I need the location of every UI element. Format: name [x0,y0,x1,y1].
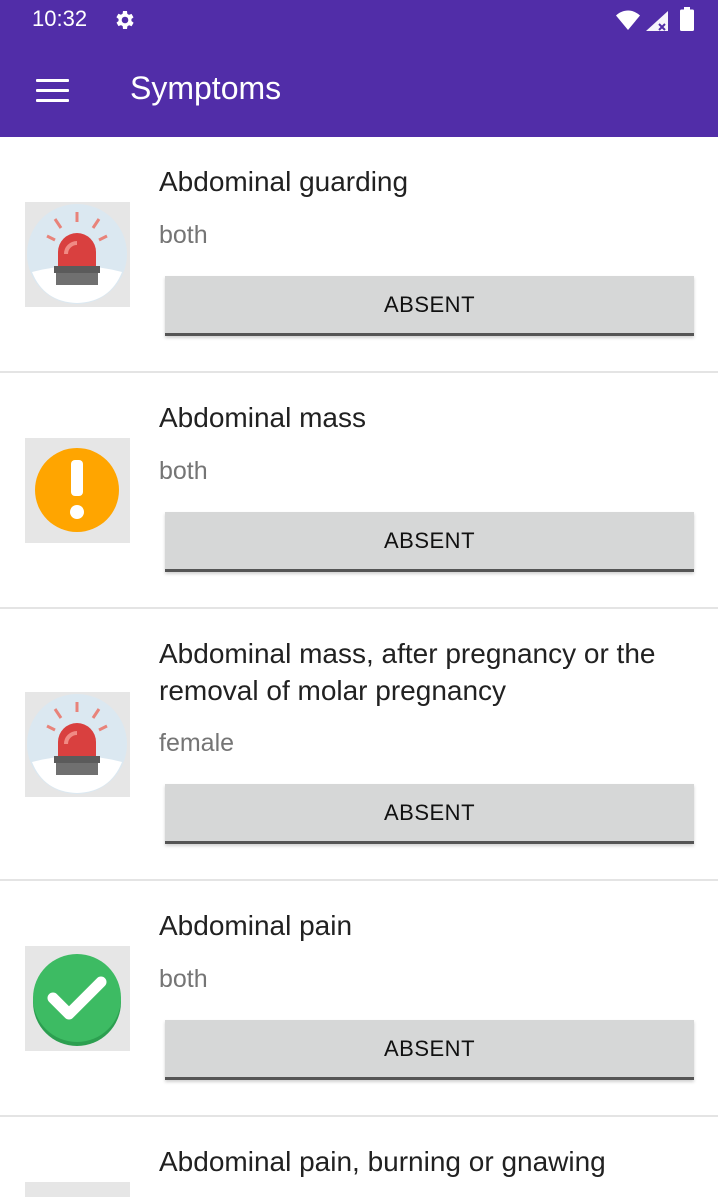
check-icon [25,946,130,1051]
absent-button[interactable]: ABSENT [165,1020,694,1080]
list-item[interactable]: Abdominal pain, burning or gnawing [0,1117,718,1197]
status-bar: 10:32 [0,0,718,40]
gear-icon [116,11,134,29]
page-title: Symptoms [130,70,282,106]
signal-icon [646,11,668,31]
wifi-icon [616,10,640,30]
status-time: 10:32 [32,6,88,31]
list-item[interactable]: Abdominal pain both ABSENT [0,881,718,1117]
symptom-title: Abdominal mass [159,402,366,433]
symptom-sex: both [159,965,208,993]
absent-button[interactable]: ABSENT [165,276,694,336]
symptom-sex: both [159,221,208,249]
app-bar: Symptoms [0,40,718,137]
symptom-list: Abdominal guarding both ABSENT Abdominal… [0,137,718,1197]
list-item[interactable]: Abdominal mass both ABSENT [0,373,718,609]
symptom-title: Abdominal pain [159,910,353,941]
list-item[interactable]: Abdominal mass, after pregnancy or the r… [0,609,718,881]
menu-icon[interactable] [36,79,70,103]
symptom-title: Abdominal mass, after pregnancy or the r… [159,638,656,706]
warning-icon [25,438,130,543]
symptom-thumbnail [25,1182,130,1197]
list-item[interactable]: Abdominal guarding both ABSENT [0,137,718,373]
absent-button[interactable]: ABSENT [165,512,694,572]
siren-icon [25,692,130,797]
symptom-sex: female [159,729,235,757]
symptom-title: Abdominal guarding [159,166,409,197]
absent-button[interactable]: ABSENT [165,784,694,844]
battery-icon [680,7,694,31]
symptom-sex: both [159,457,208,485]
siren-icon [25,202,130,307]
symptom-title: Abdominal pain, burning or gnawing [159,1146,606,1177]
